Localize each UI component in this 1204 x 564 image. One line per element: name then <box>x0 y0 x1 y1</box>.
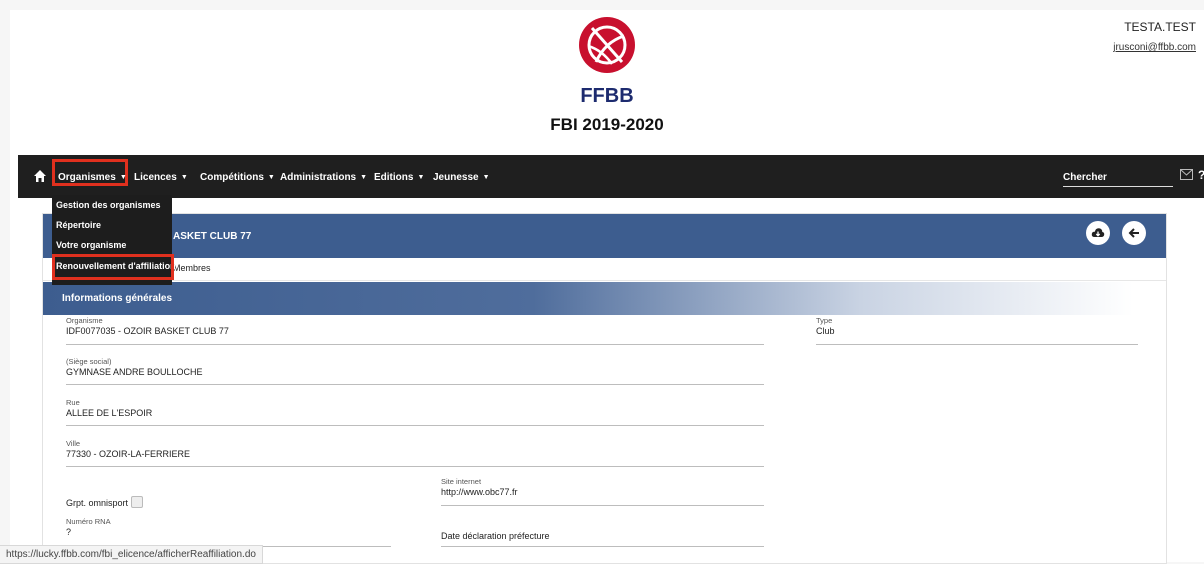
ffbb-logo: FFBB <box>572 12 642 107</box>
field-label: Ville <box>66 439 81 448</box>
chevron-down-icon: ▼ <box>267 174 275 181</box>
field-underline <box>441 505 764 506</box>
renouvellement-highlight-box <box>52 254 174 280</box>
logo-text: FFBB <box>580 85 633 107</box>
field-label: Organisme <box>66 316 103 325</box>
cloud-download-button[interactable] <box>1086 221 1110 245</box>
omnisport-checkbox[interactable] <box>131 496 144 508</box>
nav-competitions[interactable]: Compétitions ▼ <box>200 172 275 183</box>
nav-licences-label: Licences <box>134 172 177 183</box>
chevron-down-icon: ▼ <box>180 174 188 181</box>
menu-item-gestion[interactable]: Gestion des organismes <box>56 200 161 210</box>
back-button[interactable] <box>1122 221 1146 245</box>
status-bar-url: https://lucky.ffbb.com/fbi_elicence/affi… <box>0 545 263 564</box>
chevron-down-icon: ▼ <box>360 174 368 181</box>
field-label: Type <box>816 316 833 325</box>
user-name: TESTA.TEST <box>1124 20 1196 34</box>
field-value: IDF0077035 - OZOIR BASKET CLUB 77 <box>66 326 229 336</box>
field-underline <box>441 546 764 547</box>
field-rue: Rue ALLEE DE L'ESPOIR <box>66 398 764 426</box>
field-underline <box>66 466 764 467</box>
chevron-down-icon: ▼ <box>482 174 490 181</box>
search-input[interactable]: Chercher <box>1063 172 1107 183</box>
organisme-card: ASKET CLUB 77 Membres Informations génér… <box>42 213 1167 564</box>
chevron-down-icon: ▼ <box>119 174 127 181</box>
card-tabs: Membres <box>43 258 1166 281</box>
section-title: Informations générales <box>62 293 173 304</box>
card-header: ASKET CLUB 77 <box>43 214 1166 258</box>
field-underline <box>816 344 1138 345</box>
nav-licences[interactable]: Licences ▼ <box>134 172 188 183</box>
field-ville: Ville 77330 - OZOIR-LA-FERRIERE <box>66 439 764 467</box>
field-label: Date déclaration préfecture <box>441 531 550 541</box>
field-label: (Siège social) <box>66 357 112 366</box>
mail-icon[interactable] <box>1180 169 1193 180</box>
field-value: GYMNASE ANDRE BOULLOCHE <box>66 367 203 377</box>
field-date-prefecture: Date déclaration préfecture <box>441 530 764 547</box>
field-site-internet: Site internet http://www.obc77.fr <box>441 477 764 506</box>
nav-jeunesse-label: Jeunesse <box>433 172 479 183</box>
club-title: ASKET CLUB 77 <box>173 231 252 242</box>
app-title: FBI 2019-2020 <box>550 115 664 134</box>
nav-editions[interactable]: Editions ▼ <box>374 172 424 183</box>
main-navbar: Organismes ▼ Licences ▼ Compétitions ▼ Admi… <box>18 155 1204 198</box>
field-value: http://www.obc77.fr <box>441 487 518 497</box>
tab-membres[interactable]: Membres <box>173 263 211 273</box>
field-label: Rue <box>66 398 80 407</box>
chevron-down-icon: ▼ <box>417 174 425 181</box>
nav-organismes-label: Organismes <box>58 172 116 183</box>
help-icon[interactable]: ? <box>1198 168 1204 182</box>
search-underline <box>1063 186 1173 187</box>
nav-editions-label: Editions <box>374 172 414 183</box>
field-underline <box>66 344 764 345</box>
nav-administrations-label: Administrations <box>280 172 357 183</box>
field-value: Club <box>816 326 835 336</box>
nav-administrations[interactable]: Administrations ▼ <box>280 172 367 183</box>
nav-organismes[interactable]: Organismes ▼ <box>58 172 127 183</box>
home-icon[interactable] <box>33 169 47 183</box>
field-siege: (Siège social) GYMNASE ANDRE BOULLOCHE <box>66 357 764 385</box>
field-rna: Numéro RNA ? <box>66 517 391 547</box>
field-label: Grpt. omnisport <box>66 498 129 508</box>
nav-competitions-label: Compétitions <box>200 172 264 183</box>
field-underline <box>66 425 764 426</box>
field-label: Site internet <box>441 477 482 486</box>
user-email-link[interactable]: jrusconi@ffbb.com <box>1113 42 1196 53</box>
cloud-download-icon <box>1091 228 1105 237</box>
field-value: 77330 - OZOIR-LA-FERRIERE <box>66 449 191 459</box>
menu-item-repertoire[interactable]: Répertoire <box>56 220 101 230</box>
field-type: Type Club <box>816 316 1138 345</box>
section-header: Informations générales <box>43 282 1133 315</box>
field-value: ? <box>66 527 72 537</box>
field-underline <box>66 384 764 385</box>
field-organisme: Organisme IDF0077035 - OZOIR BASKET CLUB… <box>66 316 764 345</box>
field-omnisport: Grpt. omnisport <box>66 493 266 511</box>
nav-jeunesse[interactable]: Jeunesse ▼ <box>433 172 490 183</box>
arrow-left-icon <box>1128 228 1139 238</box>
menu-item-votre-organisme[interactable]: Votre organisme <box>56 240 126 250</box>
field-label: Numéro RNA <box>66 517 111 526</box>
field-value: ALLEE DE L'ESPOIR <box>66 408 153 418</box>
